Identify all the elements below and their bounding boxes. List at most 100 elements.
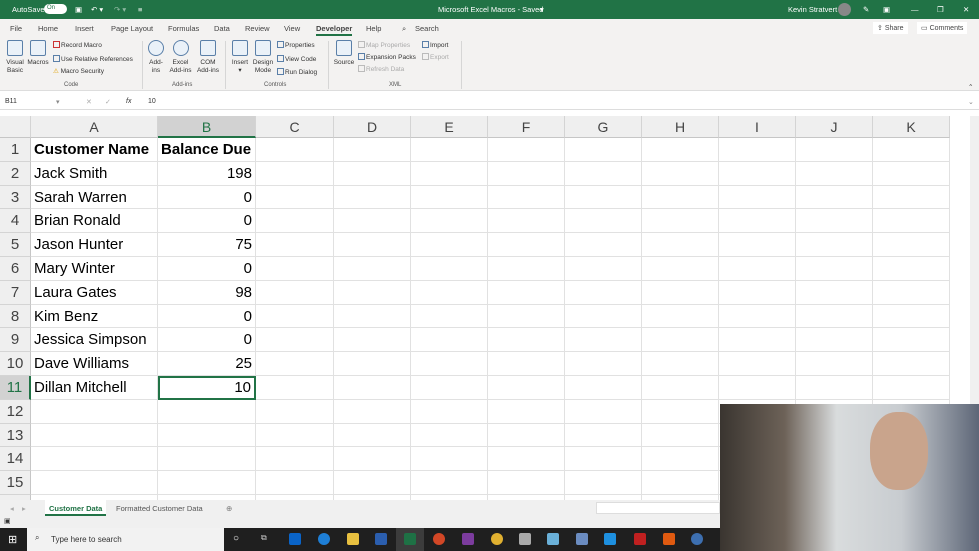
cell-E11[interactable] <box>411 376 488 400</box>
macros-button[interactable]: Macros <box>27 40 49 67</box>
cell-F6[interactable] <box>488 257 565 281</box>
cell-F13[interactable] <box>488 423 565 448</box>
cell-G5[interactable] <box>565 233 642 257</box>
app-icon[interactable] <box>519 533 531 545</box>
cell-G8[interactable] <box>565 304 642 329</box>
cell-G6[interactable] <box>565 257 642 281</box>
enter-icon[interactable]: ✓ <box>105 98 111 106</box>
column-header-i[interactable]: I <box>719 116 796 138</box>
cell-H7[interactable] <box>642 280 719 305</box>
cell-D11[interactable] <box>334 376 411 400</box>
cell-D13[interactable] <box>334 423 411 448</box>
cell-B1[interactable]: Balance Due <box>158 138 256 162</box>
cell-C4[interactable] <box>256 209 334 234</box>
cell-E4[interactable] <box>411 209 488 234</box>
cell-C8[interactable] <box>256 304 334 329</box>
cell-F2[interactable] <box>488 161 565 186</box>
cell-G12[interactable] <box>565 399 642 424</box>
cell-H12[interactable] <box>642 399 719 424</box>
row-header-9[interactable]: 9 <box>0 328 31 353</box>
cell-A4[interactable]: Brian Ronald <box>31 209 158 234</box>
cell-B12[interactable] <box>158 399 256 424</box>
cell-I4[interactable] <box>719 209 796 234</box>
cell-B9[interactable]: 0 <box>158 328 256 353</box>
cell-A7[interactable]: Laura Gates <box>31 280 158 305</box>
column-header-h[interactable]: H <box>642 116 719 138</box>
expand-formula-bar-icon[interactable]: ⌄ <box>968 98 974 106</box>
add-ins-button[interactable]: Add-ins <box>146 40 166 75</box>
column-header-e[interactable]: E <box>411 116 488 138</box>
record-macro-button[interactable]: Record Macro <box>53 41 102 50</box>
cell-B2[interactable]: 198 <box>158 161 256 186</box>
save-icon[interactable]: ▣ <box>75 5 82 14</box>
tab-page-layout[interactable]: Page Layout <box>111 24 153 33</box>
cell-J11[interactable] <box>796 376 873 400</box>
collapse-ribbon-icon[interactable]: ⌃ <box>968 83 973 91</box>
cell-B5[interactable]: 75 <box>158 233 256 257</box>
cell-E10[interactable] <box>411 352 488 376</box>
cell-B4[interactable]: 0 <box>158 209 256 234</box>
cell-D10[interactable] <box>334 352 411 376</box>
cell-C10[interactable] <box>256 352 334 376</box>
cell-C15[interactable] <box>256 471 334 495</box>
cell-D7[interactable] <box>334 280 411 305</box>
cell-D2[interactable] <box>334 161 411 186</box>
ribbon-display-icon[interactable]: ▣ <box>883 5 890 14</box>
cell-E1[interactable] <box>411 138 488 162</box>
cell-I8[interactable] <box>719 304 796 329</box>
cell-E3[interactable] <box>411 185 488 210</box>
title-dropdown-icon[interactable]: ▾ <box>540 5 544 14</box>
tab-data[interactable]: Data <box>214 24 230 33</box>
outlook-icon[interactable] <box>289 533 301 545</box>
cell-F1[interactable] <box>488 138 565 162</box>
column-header-f[interactable]: F <box>488 116 565 138</box>
row-header-7[interactable]: 7 <box>0 280 31 305</box>
user-name[interactable]: Kevin Stratvert <box>788 5 837 14</box>
cell-E9[interactable] <box>411 328 488 353</box>
app-icon[interactable] <box>576 533 588 545</box>
cell-F11[interactable] <box>488 376 565 400</box>
task-view-icon[interactable]: ⧉ <box>261 533 267 543</box>
cell-B14[interactable] <box>158 447 256 472</box>
row-header-3[interactable]: 3 <box>0 185 31 210</box>
cell-C7[interactable] <box>256 280 334 305</box>
cell-H14[interactable] <box>642 447 719 472</box>
steam-icon[interactable] <box>691 533 703 545</box>
insert-control-button[interactable]: Insert ▾ <box>229 40 251 75</box>
cell-F3[interactable] <box>488 185 565 210</box>
expansion-packs-button[interactable]: Expansion Packs <box>358 53 416 62</box>
onenote-icon[interactable] <box>462 533 474 545</box>
cell-I6[interactable] <box>719 257 796 281</box>
tab-help[interactable]: Help <box>366 24 381 33</box>
document-title[interactable]: Microsoft Excel Macros - Saved <box>438 5 543 14</box>
relative-references-button[interactable]: Use Relative References <box>53 55 133 64</box>
comments-button[interactable]: ▭ Comments <box>917 22 968 34</box>
cell-J5[interactable] <box>796 233 873 257</box>
search-icon[interactable]: ⌕ <box>402 24 406 34</box>
cell-C12[interactable] <box>256 399 334 424</box>
cell-A12[interactable] <box>31 399 158 424</box>
cell-K11[interactable] <box>873 376 950 400</box>
cell-D9[interactable] <box>334 328 411 353</box>
cell-E13[interactable] <box>411 423 488 448</box>
column-header-g[interactable]: G <box>565 116 642 138</box>
customize-qat-icon[interactable]: ≡ <box>138 5 142 14</box>
cell-H10[interactable] <box>642 352 719 376</box>
column-header-c[interactable]: C <box>256 116 334 138</box>
cell-G13[interactable] <box>565 423 642 448</box>
cell-K4[interactable] <box>873 209 950 234</box>
cell-C14[interactable] <box>256 447 334 472</box>
file-explorer-icon[interactable] <box>347 533 359 545</box>
name-box[interactable]: B11 <box>5 98 60 105</box>
tab-review[interactable]: Review <box>245 24 270 33</box>
cell-E2[interactable] <box>411 161 488 186</box>
cell-H15[interactable] <box>642 471 719 495</box>
cell-C9[interactable] <box>256 328 334 353</box>
recorder-icon[interactable] <box>634 533 646 545</box>
cell-J8[interactable] <box>796 304 873 329</box>
row-header-6[interactable]: 6 <box>0 257 31 281</box>
cell-H8[interactable] <box>642 304 719 329</box>
redo-icon[interactable]: ↷ ▾ <box>114 5 126 14</box>
cell-F8[interactable] <box>488 304 565 329</box>
cell-A5[interactable]: Jason Hunter <box>31 233 158 257</box>
